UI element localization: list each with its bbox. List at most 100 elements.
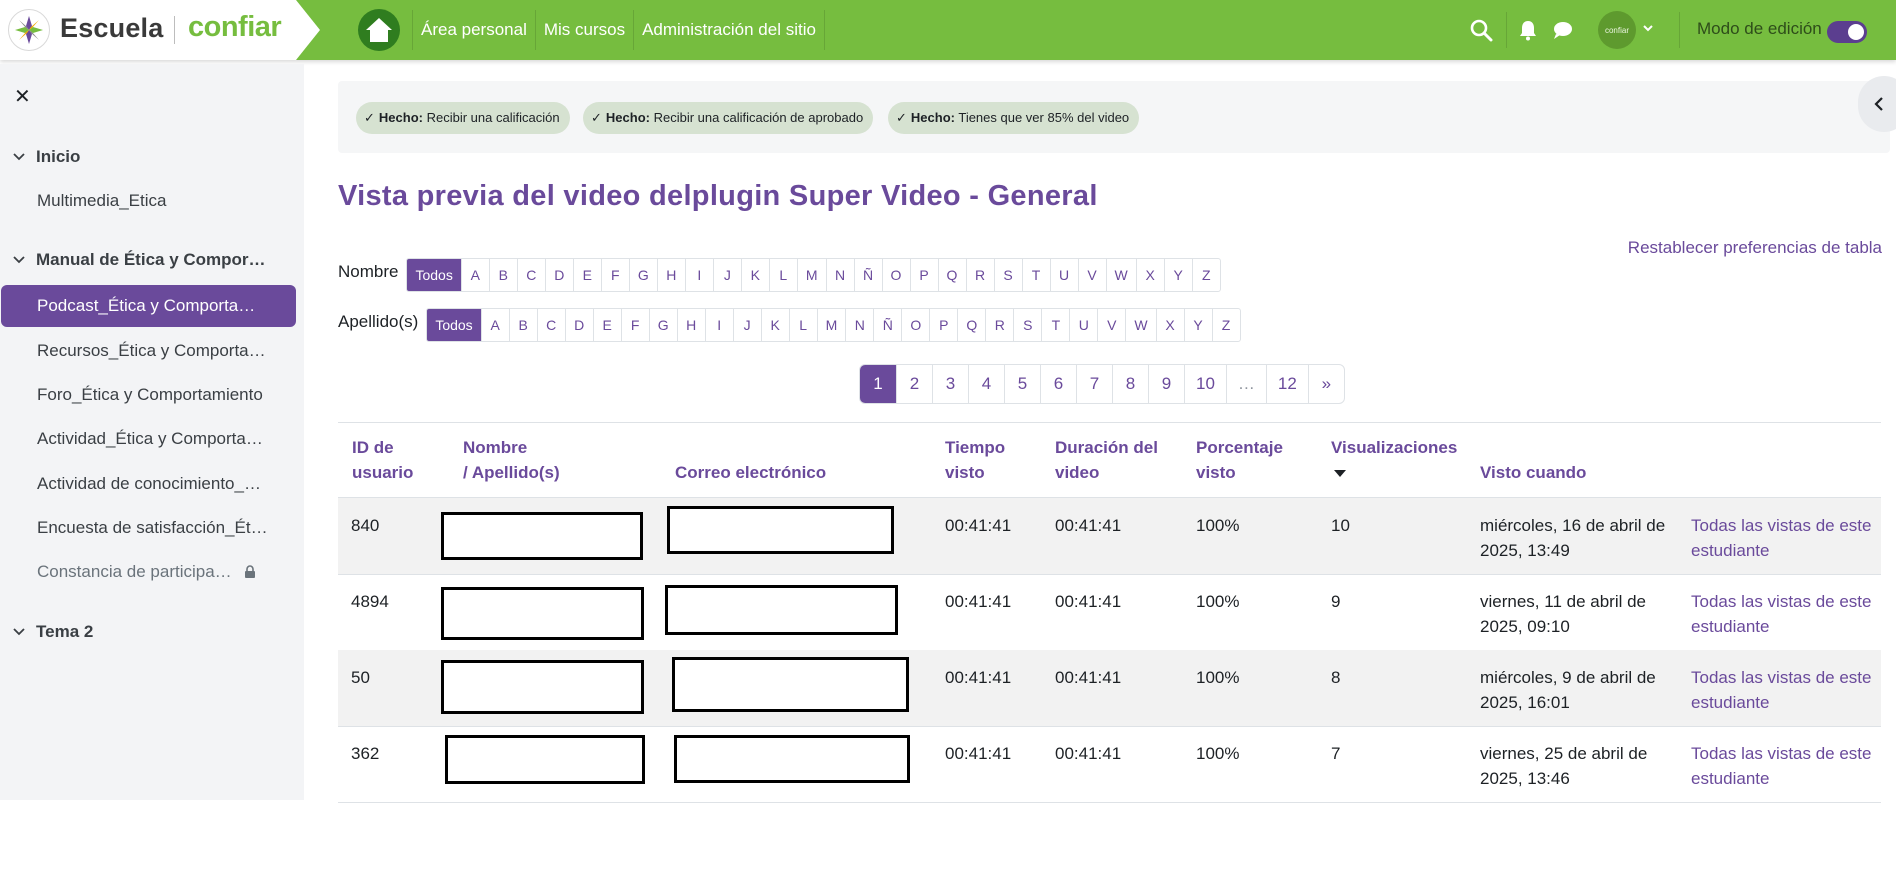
first-name-initial-v[interactable]: V (1077, 259, 1106, 291)
last-name-initial-b[interactable]: B (508, 309, 537, 341)
last-name-initial-w[interactable]: W (1125, 309, 1155, 341)
nav-link-personal-area[interactable]: Área personal (412, 10, 536, 50)
pagination-page-12[interactable]: 12 (1265, 365, 1308, 403)
nav-link-site-admin[interactable]: Administración del sitio (634, 10, 825, 50)
last-name-initial-q[interactable]: Q (957, 309, 985, 341)
close-drawer-icon[interactable]: ✕ (14, 84, 31, 109)
pagination-page-10[interactable]: 10 (1184, 365, 1226, 403)
first-name-initial-n[interactable]: N (825, 259, 854, 291)
notifications-bell-icon[interactable] (1516, 18, 1540, 42)
last-name-initial-c[interactable]: C (536, 309, 565, 341)
last-name-initial-ñ[interactable]: Ñ (873, 309, 901, 341)
drawer-item-recursos[interactable]: Recursos_Ética y Comporta… (1, 330, 296, 372)
pagination-next-button[interactable]: » (1307, 365, 1344, 403)
first-name-initial-t[interactable]: T (1021, 259, 1050, 291)
last-name-initial-r[interactable]: R (985, 309, 1013, 341)
first-name-initial-e[interactable]: E (572, 259, 601, 291)
last-name-initial-y[interactable]: Y (1183, 309, 1212, 341)
pagination-page-1[interactable]: 1 (860, 365, 896, 403)
first-name-initial-l[interactable]: L (768, 259, 797, 291)
pagination-page-8[interactable]: 8 (1112, 365, 1148, 403)
pagination-page-3[interactable]: 3 (932, 365, 968, 403)
first-name-initial-m[interactable]: M (796, 259, 826, 291)
first-name-initial-k[interactable]: K (740, 259, 769, 291)
last-name-initial-p[interactable]: P (929, 309, 957, 341)
last-name-initial-i[interactable]: I (704, 309, 733, 341)
last-name-initial-o[interactable]: O (901, 309, 929, 341)
last-name-initial-m[interactable]: M (816, 309, 846, 341)
first-name-initial-y[interactable]: Y (1163, 259, 1192, 291)
drawer-item-encuesta[interactable]: Encuesta de satisfacción_Ét… (1, 507, 296, 549)
column-header-video-duration[interactable]: Duración del video (1055, 435, 1158, 485)
column-header-views[interactable]: Visualizaciones (1331, 435, 1457, 485)
last-name-initial-v[interactable]: V (1097, 309, 1125, 341)
all-views-for-student-link[interactable]: Todas las vistas de este estudiante (1691, 513, 1881, 563)
last-name-initial-u[interactable]: U (1069, 309, 1097, 341)
brand-logo[interactable]: Escuela confiar (0, 0, 320, 60)
last-name-initial-g[interactable]: G (648, 309, 677, 341)
first-name-initial-d[interactable]: D (544, 259, 573, 291)
messages-chat-icon[interactable] (1551, 18, 1575, 42)
last-name-initial-all[interactable]: Todos (427, 309, 481, 341)
first-name-initial-x[interactable]: X (1135, 259, 1164, 291)
first-name-initial-c[interactable]: C (516, 259, 545, 291)
search-icon[interactable] (1469, 18, 1493, 42)
column-header-name[interactable]: Nombre / Apellido(s) (463, 435, 560, 485)
first-name-initial-f[interactable]: F (600, 259, 629, 291)
last-name-initial-s[interactable]: S (1013, 309, 1041, 341)
last-name-initial-f[interactable]: F (620, 309, 649, 341)
first-name-initial-b[interactable]: B (488, 259, 517, 291)
first-name-initial-a[interactable]: A (460, 259, 489, 291)
first-name-initial-q[interactable]: Q (937, 259, 966, 291)
drawer-item-actividad[interactable]: Actividad_Ética y Comporta… (1, 418, 296, 460)
drawer-item-actividad-conocimiento[interactable]: Actividad de conocimiento_… (1, 463, 296, 505)
last-name-initial-l[interactable]: L (788, 309, 817, 341)
last-name-initial-t[interactable]: T (1041, 309, 1069, 341)
column-header-user-id[interactable]: ID de usuario (352, 435, 413, 485)
all-views-for-student-link[interactable]: Todas las vistas de este estudiante (1691, 741, 1881, 791)
section-manual-etica[interactable]: Manual de Ética y Compor… (12, 247, 266, 273)
first-name-initial-g[interactable]: G (628, 259, 657, 291)
first-name-initial-s[interactable]: S (993, 259, 1022, 291)
pagination-page-2[interactable]: 2 (896, 365, 932, 403)
column-header-viewed-when[interactable]: Visto cuando (1480, 460, 1586, 485)
last-name-initial-n[interactable]: N (845, 309, 873, 341)
first-name-initial-w[interactable]: W (1105, 259, 1136, 291)
pagination-page-7[interactable]: 7 (1076, 365, 1112, 403)
all-views-for-student-link[interactable]: Todas las vistas de este estudiante (1691, 589, 1881, 639)
home-button[interactable] (358, 9, 400, 51)
column-header-percent-watched[interactable]: Porcentaje visto (1196, 435, 1283, 485)
pagination-page-4[interactable]: 4 (968, 365, 1004, 403)
all-views-for-student-link[interactable]: Todas las vistas de este estudiante (1691, 665, 1881, 715)
first-name-initial-j[interactable]: J (712, 259, 741, 291)
last-name-initial-h[interactable]: H (676, 309, 705, 341)
column-header-time-watched[interactable]: Tiempo visto (945, 435, 1005, 485)
first-name-initial-all[interactable]: Todos (407, 259, 461, 291)
section-tema-2[interactable]: Tema 2 (12, 619, 93, 645)
last-name-initial-k[interactable]: K (760, 309, 789, 341)
first-name-initial-u[interactable]: U (1049, 259, 1078, 291)
section-inicio[interactable]: Inicio (12, 144, 80, 170)
last-name-initial-a[interactable]: A (480, 309, 509, 341)
reset-table-preferences-link[interactable]: Restablecer preferencias de tabla (1628, 238, 1882, 258)
pagination-page-9[interactable]: 9 (1148, 365, 1184, 403)
last-name-initial-z[interactable]: Z (1211, 309, 1240, 341)
drawer-item-foro[interactable]: Foro_Ética y Comportamiento (1, 374, 296, 416)
edit-mode-toggle[interactable] (1827, 21, 1867, 43)
nav-link-my-courses[interactable]: Mis cursos (536, 10, 635, 50)
drawer-item-multimedia-etica[interactable]: Multimedia_Etica (1, 180, 296, 222)
column-header-email[interactable]: Correo electrónico (675, 460, 826, 485)
user-avatar[interactable]: confiar (1598, 11, 1636, 49)
first-name-initial-ñ[interactable]: Ñ (853, 259, 882, 291)
last-name-initial-d[interactable]: D (564, 309, 593, 341)
first-name-initial-z[interactable]: Z (1191, 259, 1220, 291)
last-name-initial-j[interactable]: J (732, 309, 761, 341)
last-name-initial-x[interactable]: X (1155, 309, 1184, 341)
user-menu-chevron-down-icon[interactable] (1642, 22, 1654, 34)
first-name-initial-o[interactable]: O (881, 259, 910, 291)
first-name-initial-r[interactable]: R (965, 259, 994, 291)
drawer-item-podcast[interactable]: Podcast_Ética y Comporta… (1, 285, 296, 327)
first-name-initial-i[interactable]: I (684, 259, 713, 291)
last-name-initial-e[interactable]: E (592, 309, 621, 341)
drawer-item-constancia[interactable]: Constancia de participa… (1, 551, 296, 593)
